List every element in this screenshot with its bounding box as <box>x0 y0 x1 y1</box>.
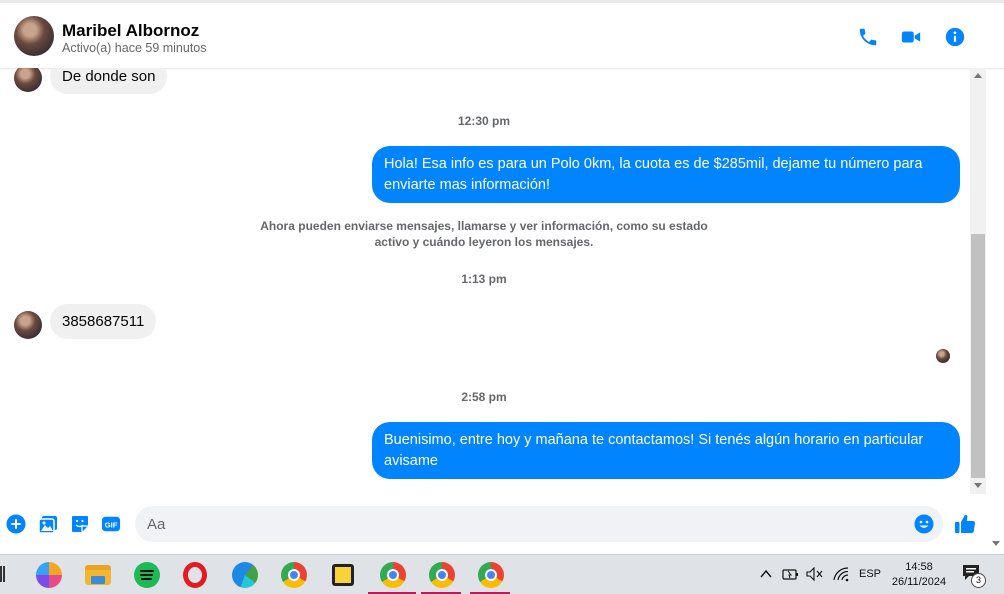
page-scroll-down-arrow-icon[interactable] <box>992 541 1000 546</box>
chrome-icon-center <box>288 569 300 581</box>
sticker-button[interactable] <box>70 514 90 534</box>
notification-center-button[interactable]: 3 <box>962 564 986 588</box>
scroll-thumb[interactable] <box>971 234 985 478</box>
sender-avatar[interactable] <box>14 68 42 92</box>
wifi-icon[interactable] <box>832 566 850 582</box>
conversation-info-button[interactable] <box>943 25 967 49</box>
plus-circle-icon <box>6 514 26 534</box>
contact-name[interactable]: Maribel Albornoz <box>62 21 199 41</box>
incoming-message[interactable]: 3858687511 <box>50 304 157 339</box>
sticky-notes-icon-note <box>335 567 351 583</box>
scroll-down-arrow-icon[interactable] <box>974 483 982 488</box>
message-timestamp: 1:13 pm <box>461 272 507 286</box>
sender-avatar[interactable] <box>14 311 42 339</box>
scroll-up-arrow-icon[interactable] <box>974 73 982 78</box>
send-like-button[interactable] <box>953 512 977 536</box>
chat-header: Maribel Albornoz Activo(a) hace 59 minut… <box>0 0 1004 68</box>
chrome-icon-center <box>387 569 399 581</box>
spotify-icon-line <box>140 570 154 572</box>
copilot-icon[interactable] <box>36 562 62 588</box>
video-call-button[interactable] <box>899 25 923 49</box>
battery-plug-icon[interactable] <box>782 567 800 581</box>
seen-indicator-avatar <box>936 349 950 363</box>
chat-scrollbar[interactable] <box>970 68 986 494</box>
input-language[interactable]: ESP <box>859 568 881 580</box>
outgoing-message[interactable]: Hola! Esa info es para un Polo 0km, la c… <box>372 146 960 203</box>
smiley-icon <box>914 514 934 534</box>
system-clock[interactable]: 14:58 26/11/2024 <box>888 560 950 590</box>
windows-taskbar: ESP 14:58 26/11/2024 3 <box>0 554 1004 594</box>
gif-icon: GIF <box>101 516 121 532</box>
emoji-button[interactable] <box>914 514 934 534</box>
clock-date: 26/11/2024 <box>891 576 947 588</box>
edge-icon[interactable] <box>232 562 258 588</box>
chrome-icon[interactable] <box>281 562 307 588</box>
attach-media-button[interactable] <box>38 514 58 534</box>
file-explorer-icon-detail <box>91 576 105 584</box>
messenger-window: Maribel Albornoz Activo(a) hace 59 minut… <box>0 0 1004 594</box>
message-input[interactable] <box>135 506 943 542</box>
image-icon <box>38 516 57 534</box>
contact-avatar[interactable] <box>14 16 54 56</box>
chevron-up-icon[interactable] <box>760 569 772 579</box>
video-camera-icon <box>901 31 921 43</box>
svg-text:GIF: GIF <box>105 521 118 530</box>
clock-time: 14:58 <box>905 561 933 573</box>
system-notice: Ahora pueden enviarse mensajes, llamarse… <box>260 219 708 249</box>
message-timestamp: 2:58 pm <box>461 390 507 404</box>
spotify-icon-line <box>141 578 152 580</box>
speaker-muted-icon[interactable] <box>806 567 824 581</box>
opera-icon[interactable] <box>183 562 207 588</box>
spotify-icon-line <box>140 574 153 576</box>
sticky-notes-icon[interactable] <box>332 564 354 586</box>
message-composer: GIF <box>0 500 990 548</box>
chrome-profile-icon[interactable] <box>429 562 455 588</box>
chrome-profile-icon[interactable] <box>380 562 406 588</box>
notification-count-badge: 3 <box>971 573 986 588</box>
spotify-icon[interactable] <box>134 562 160 588</box>
chrome-profile-icon[interactable] <box>478 562 504 588</box>
chrome-icon-center <box>436 569 448 581</box>
gif-button[interactable]: GIF <box>101 514 121 534</box>
voice-call-button[interactable] <box>856 25 880 49</box>
sticker-icon <box>72 516 88 532</box>
info-icon <box>945 27 965 47</box>
outgoing-message[interactable]: Buenisimo, entre hoy y mañana te contact… <box>372 422 960 479</box>
chrome-icon-center <box>485 569 497 581</box>
more-actions-button[interactable] <box>6 514 26 534</box>
message-list: De donde son 12:30 pm Hola! Esa info es … <box>0 68 968 494</box>
phone-icon <box>859 28 877 46</box>
file-explorer-icon[interactable] <box>85 565 111 585</box>
message-timestamp: 12:30 pm <box>457 114 511 128</box>
incoming-message[interactable]: De donde son <box>50 68 168 94</box>
thumbs-up-icon <box>955 514 976 533</box>
contact-status: Activo(a) hace 59 minutos <box>62 41 207 55</box>
task-view-icon[interactable] <box>0 566 5 582</box>
